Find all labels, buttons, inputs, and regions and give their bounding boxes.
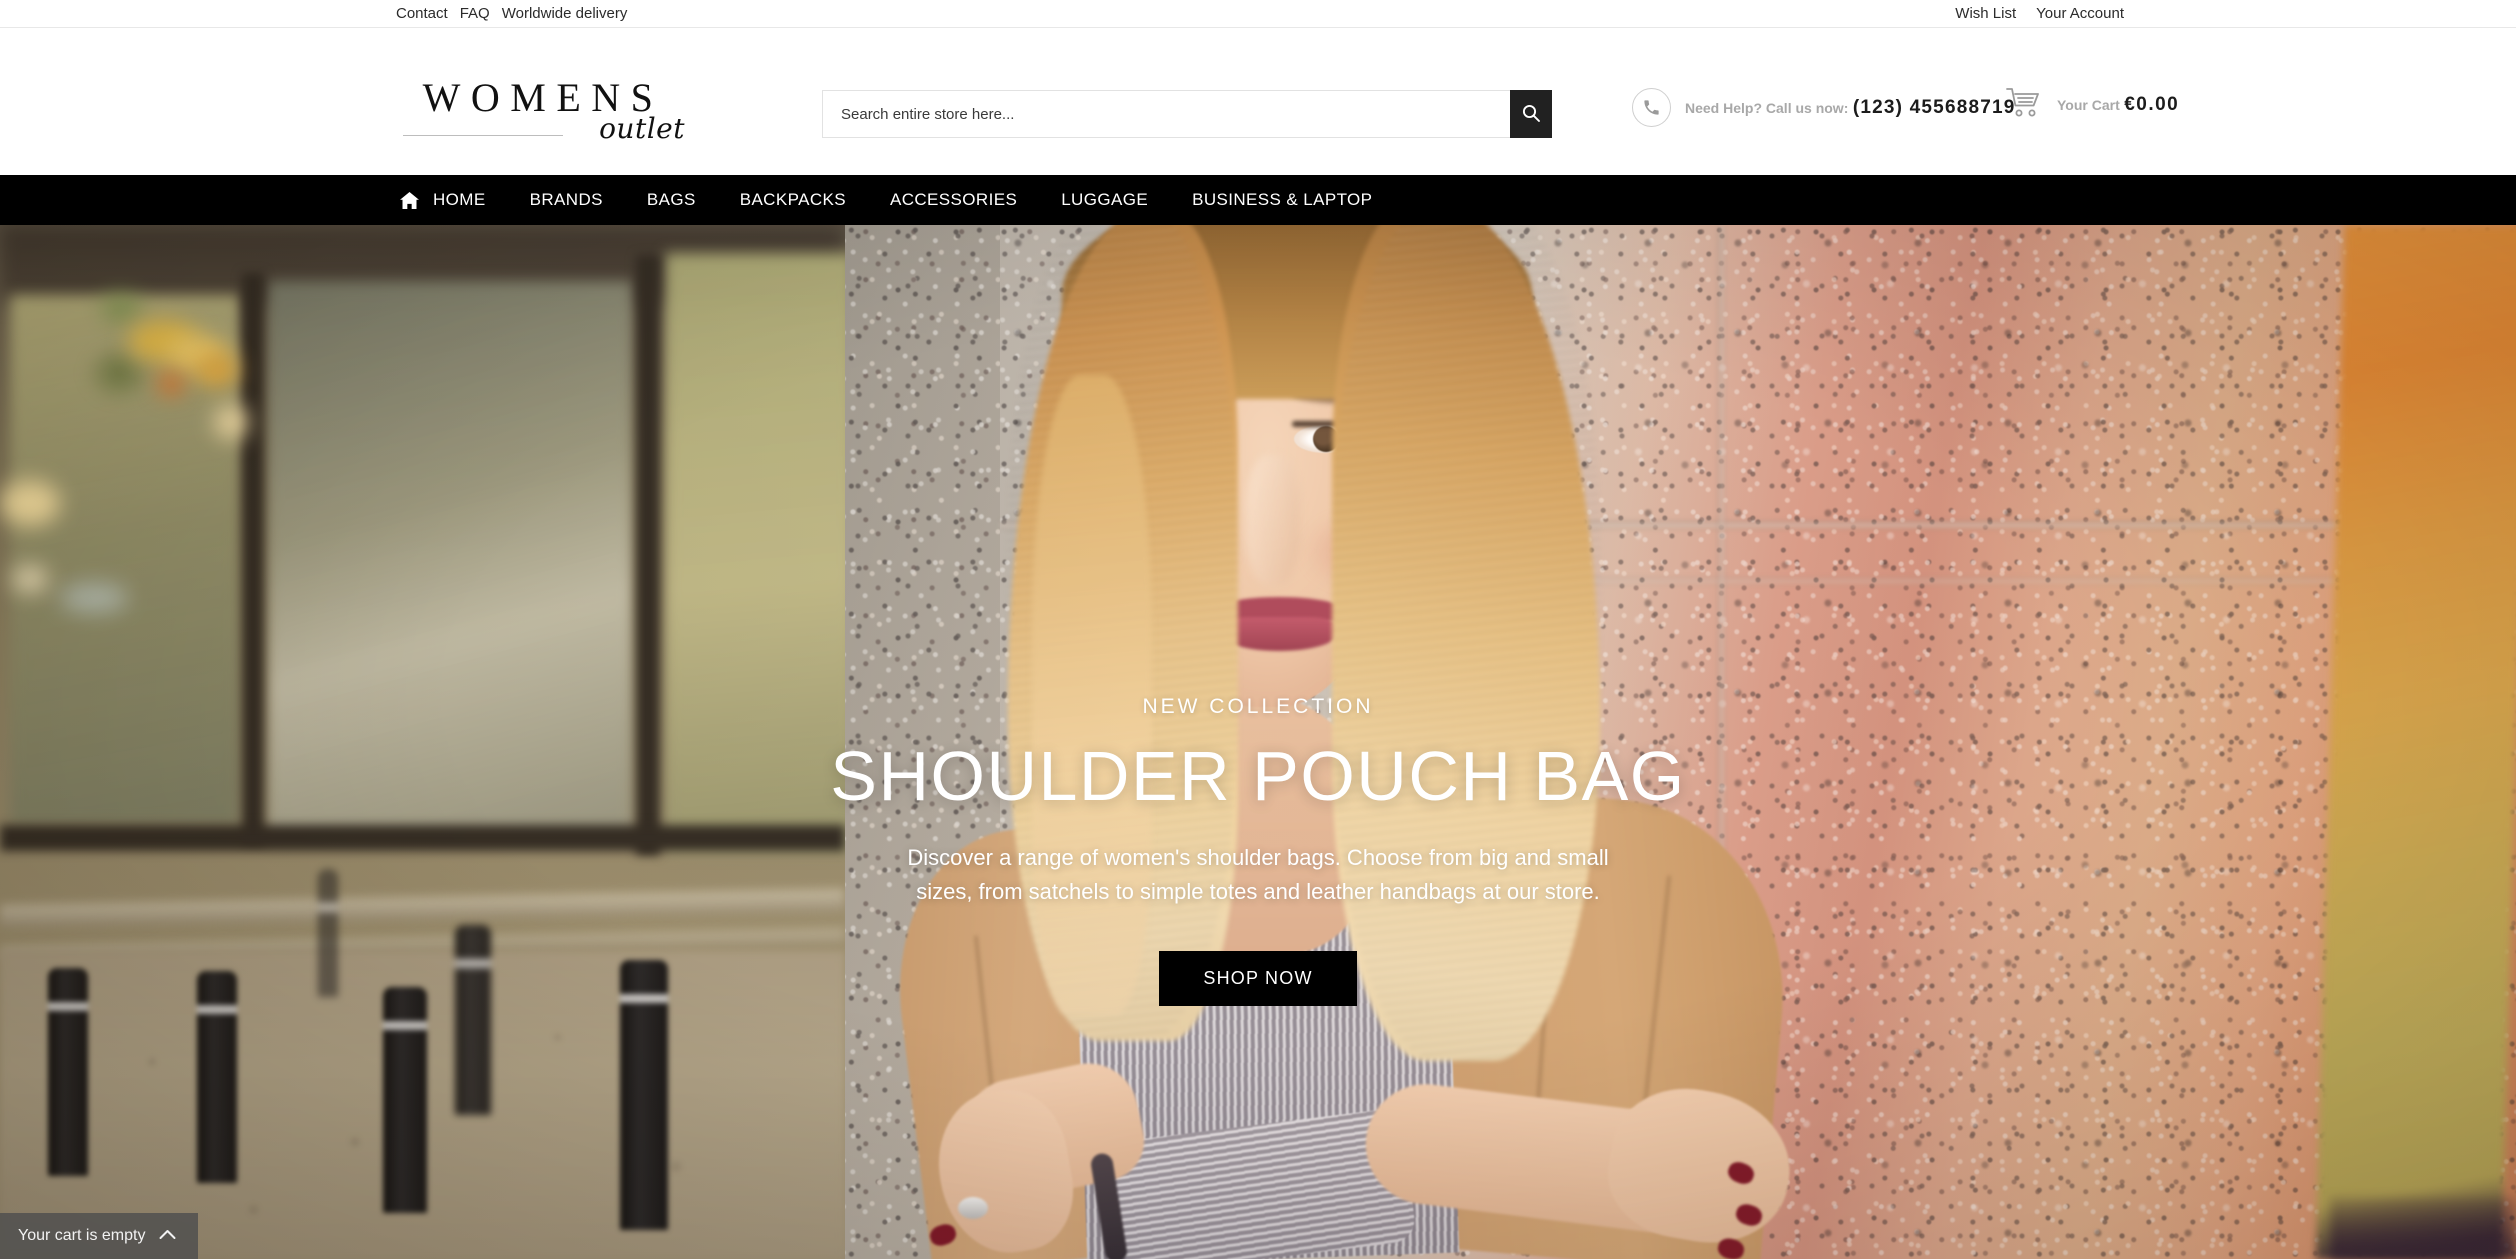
hero-eyebrow: NEW COLLECTION xyxy=(1142,695,1374,718)
top-link-contact[interactable]: Contact xyxy=(396,6,460,21)
chevron-up-icon[interactable] xyxy=(159,1227,176,1245)
logo-second-row: outlet xyxy=(389,115,689,147)
cart-text: Your Cart €0.00 xyxy=(2057,93,2179,118)
top-bar: Contact FAQ Worldwide delivery Wish List… xyxy=(0,0,2516,28)
home-icon xyxy=(400,191,419,209)
hero-banner: NEW COLLECTION SHOULDER POUCH BAG Discov… xyxy=(0,225,2516,1259)
search-bar xyxy=(822,90,1552,138)
cart-toast-label: Your cart is empty xyxy=(18,1227,146,1244)
help-label: Need Help? Call us now: xyxy=(1685,99,1849,116)
nav-item-home-label: HOME xyxy=(433,190,486,209)
search-button[interactable] xyxy=(1510,90,1552,138)
site-header: WOMENS outlet Need Help? Call us now: (1… xyxy=(0,28,2516,175)
nav-item-home[interactable]: HOME xyxy=(400,175,508,225)
help-phone-block[interactable]: Need Help? Call us now: (123) 455688719 xyxy=(1632,88,2016,127)
phone-icon xyxy=(1632,88,1671,127)
hero-caption: NEW COLLECTION SHOULDER POUCH BAG Discov… xyxy=(0,695,2516,1007)
site-logo[interactable]: WOMENS outlet xyxy=(389,78,689,147)
nav-item-backpacks[interactable]: BACKPACKS xyxy=(718,175,868,225)
shop-now-button[interactable]: SHOP NOW xyxy=(1159,951,1357,1007)
hero-subtitle: Discover a range of women's shoulder bag… xyxy=(907,845,1609,905)
top-bar-right-links: Wish List Your Account xyxy=(1935,6,2124,21)
shopping-cart-icon xyxy=(2005,86,2043,125)
help-phone-text: Need Help? Call us now: (123) 455688719 xyxy=(1685,96,2016,120)
logo-script-text: outlet xyxy=(599,112,685,145)
cart-total: €0.00 xyxy=(2124,94,2180,116)
nav-item-accessories[interactable]: ACCESSORIES xyxy=(868,175,1039,225)
cart-status-toast[interactable]: Your cart is empty xyxy=(0,1213,199,1259)
help-phone-number: (123) 455688719 xyxy=(1852,96,2016,118)
cart-block[interactable]: Your Cart €0.00 xyxy=(2005,86,2179,125)
nav-item-brands[interactable]: BRANDS xyxy=(508,175,625,225)
top-bar-left-links: Contact FAQ Worldwide delivery xyxy=(396,6,639,21)
hero-title: SHOULDER POUCH BAG xyxy=(830,737,1686,815)
top-link-your-account[interactable]: Your Account xyxy=(2016,6,2124,21)
nav-item-bags[interactable]: BAGS xyxy=(625,175,718,225)
top-link-faq[interactable]: FAQ xyxy=(460,6,502,21)
cart-label: Your Cart xyxy=(2057,97,2120,114)
search-input[interactable] xyxy=(822,90,1510,138)
nav-item-business-and-laptop[interactable]: BUSINESS & LAPTOP xyxy=(1170,175,1394,225)
nav-item-luggage[interactable]: LUGGAGE xyxy=(1039,175,1170,225)
search-icon xyxy=(1521,103,1541,126)
main-navigation: HOME BRANDS BAGS BACKPACKS ACCESSORIES L… xyxy=(0,175,2516,225)
top-link-wish-list[interactable]: Wish List xyxy=(1935,6,2016,21)
top-link-worldwide-delivery[interactable]: Worldwide delivery xyxy=(502,6,640,21)
logo-divider-rule xyxy=(403,135,563,136)
